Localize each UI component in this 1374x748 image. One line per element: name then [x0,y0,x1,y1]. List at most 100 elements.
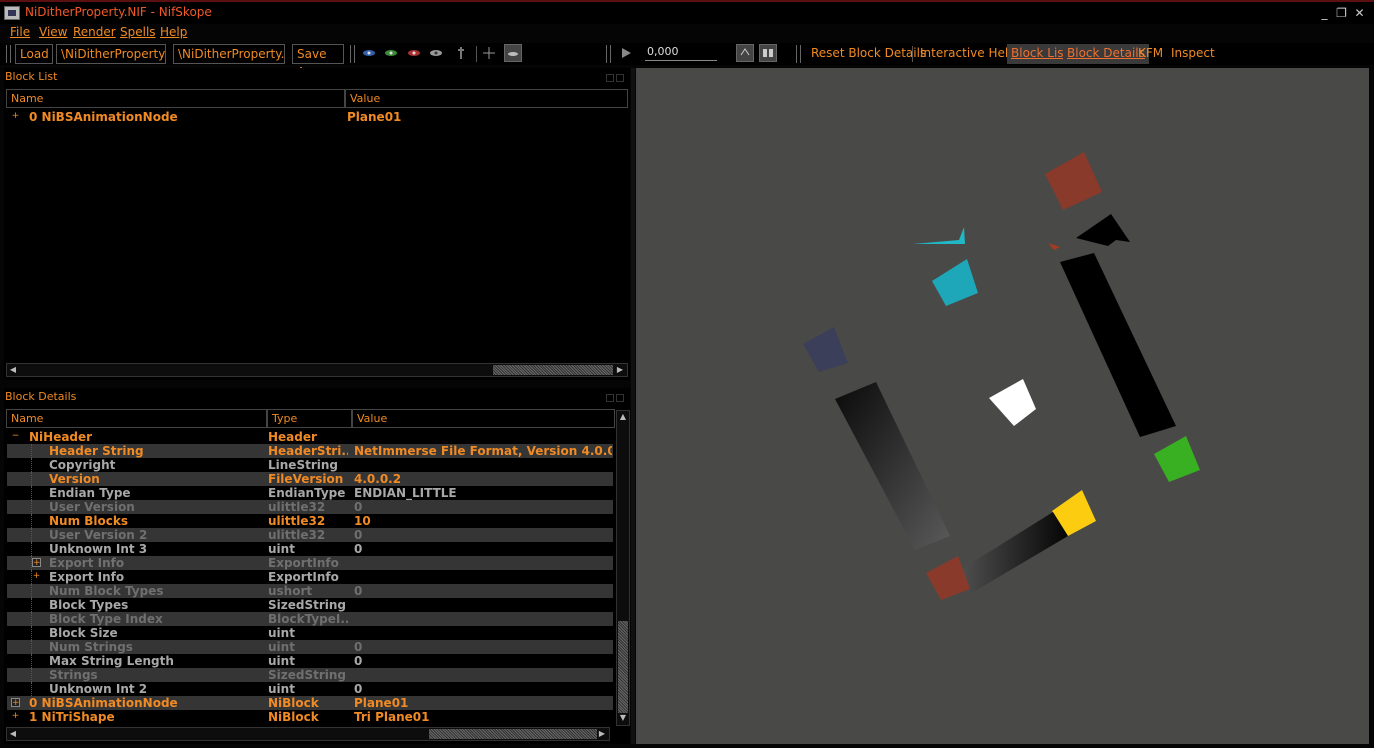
tree-row[interactable]: Block Types SizedString [7,598,613,612]
toolbar-grip[interactable] [350,45,355,63]
expand-icon[interactable]: + [11,712,20,721]
tree-row[interactable]: − NiHeader Header [7,430,613,444]
scroll-left-icon[interactable]: ◀ [8,729,18,739]
tree-row[interactable]: Max String Length uint 0 [7,654,613,668]
column-header-value[interactable]: Value [352,409,615,428]
interactive-help-button[interactable]: Interactive Help [916,44,1020,64]
tree-line [31,500,45,514]
scene-fragment-red [1048,243,1060,250]
tree-line [31,612,45,626]
panel-controls[interactable] [604,71,628,82]
load-path-field[interactable]: \NiDitherProperty.NIF [56,44,166,64]
loop-icon[interactable] [736,44,754,62]
scroll-right-icon[interactable]: ▶ [597,729,607,739]
menu-spells[interactable]: Spells [120,25,156,39]
tree-row[interactable]: + 0 NiBSAnimationNode Plane01 [7,110,627,124]
tree-row[interactable]: Block Type Index BlockTypeI... [7,612,613,626]
axes-icon[interactable] [482,46,496,60]
field-name: Num Blocks [49,514,129,528]
scene-cube-white [989,379,1036,426]
tree-line [31,626,45,640]
field-type: HeaderStri... [268,444,348,458]
tree-row[interactable]: User Version 2 ulittle32 0 [7,528,613,542]
toolbar-grip[interactable] [6,45,11,63]
inspect-button[interactable]: Inspect [1167,44,1219,64]
panel-controls[interactable] [604,391,628,402]
tree-row[interactable]: Num Block Types ushort 0 [7,584,613,598]
tree-row[interactable]: Version FileVersion 4.0.0.2 [7,472,613,486]
scroll-down-icon[interactable]: ▼ [618,713,628,723]
field-type: NiBlock [268,696,319,710]
time-slider[interactable] [645,59,717,61]
menu-view[interactable]: View [39,25,67,39]
expand-icon[interactable]: + [32,558,41,568]
minimize-button[interactable]: _ [1317,7,1332,21]
field-value: ENDIAN_LITTLE [354,486,457,500]
toolbar-grip[interactable] [606,45,611,63]
scene-bar-gradient [835,382,950,550]
tree-row[interactable]: + Export Info ExportInfo [7,556,613,570]
field-name: 1 NiTriShape [29,710,115,724]
menu-file[interactable]: File [10,25,30,39]
tree-row[interactable]: Copyright LineString [7,458,613,472]
eye-blue-icon[interactable] [362,49,376,57]
field-name: Copyright [49,458,116,472]
field-value: 0 [354,584,363,598]
scroll-right-icon[interactable]: ▶ [615,365,625,375]
close-button[interactable]: ✕ [1352,7,1367,21]
eye-red-icon[interactable] [407,49,421,57]
expand-icon[interactable]: + [11,698,20,708]
tree-row[interactable]: + Export Info ExportInfo [7,570,613,584]
tree-row[interactable]: Num Blocks ulittle32 10 [7,514,613,528]
column-header-name[interactable]: Name [6,409,267,428]
tree-row[interactable]: Unknown Int 3 uint 0 [7,542,613,556]
field-name: 0 NiBSAnimationNode [29,696,178,710]
expand-icon[interactable]: + [32,572,41,581]
tree-row[interactable]: +0 NiBSAnimationNode NiBlock Plane01 [7,696,613,710]
block-details-panel: Block Details Name Type Value − NiHeader H… [4,388,630,744]
load-button[interactable]: Load [15,44,53,64]
scroll-thumb[interactable] [429,729,597,739]
field-type: uint [268,654,295,668]
scroll-left-icon[interactable]: ◀ [8,365,18,375]
eye-green-icon[interactable] [384,49,398,57]
tree-row[interactable]: Block Size uint [7,626,613,640]
restore-button[interactable]: ❐ [1334,7,1349,21]
menu-help[interactable]: Help [160,25,187,39]
toolbar-grip[interactable] [796,45,801,63]
scroll-thumb[interactable] [493,365,613,375]
tree-row[interactable]: Strings SizedString [7,668,613,682]
save-path-field[interactable]: \NiDitherProperty.NIF [173,44,285,64]
tree-row[interactable]: Num Strings uint 0 [7,640,613,654]
eye-white-icon[interactable] [429,49,443,57]
kfm-button[interactable]: KFM [1134,44,1167,64]
render-viewport[interactable] [636,68,1369,744]
mesh-icon[interactable] [504,44,522,62]
expand-icon[interactable]: + [11,112,20,121]
switch-icon[interactable] [759,44,777,62]
vertical-scrollbar[interactable]: ▲ ▼ [616,410,630,726]
field-type: NiBlock [268,710,319,724]
field-name: Export Info [49,570,125,584]
save-as-button[interactable]: Save As [292,44,344,79]
horizontal-scrollbar[interactable]: ◀ ▶ [6,727,610,741]
field-value: 0 [354,528,363,542]
column-header-type[interactable]: Type [267,409,352,428]
tree-row[interactable]: User Version ulittle32 0 [7,500,613,514]
tree-row[interactable]: Header String HeaderStri... NetImmerse Fil… [7,444,613,458]
column-header-name[interactable]: Name [6,89,345,108]
field-type: uint [268,640,295,654]
scroll-up-icon[interactable]: ▲ [618,412,628,422]
column-header-value[interactable]: Value [345,89,628,108]
splitter[interactable] [631,68,635,744]
tree-row[interactable]: +1 NiTriShape NiBlock Tri Plane01 [7,710,613,724]
play-icon[interactable] [620,47,634,59]
field-value: Plane01 [354,696,409,710]
scroll-thumb[interactable] [618,621,628,713]
figure-icon[interactable] [455,46,469,60]
tree-row[interactable]: Endian Type EndianType ENDIAN_LITTLE [7,486,613,500]
tree-row[interactable]: Unknown Int 2 uint 0 [7,682,613,696]
horizontal-scrollbar[interactable]: ◀ ▶ [6,363,628,377]
collapse-icon[interactable]: − [11,432,20,441]
menu-render[interactable]: Render [73,25,116,39]
